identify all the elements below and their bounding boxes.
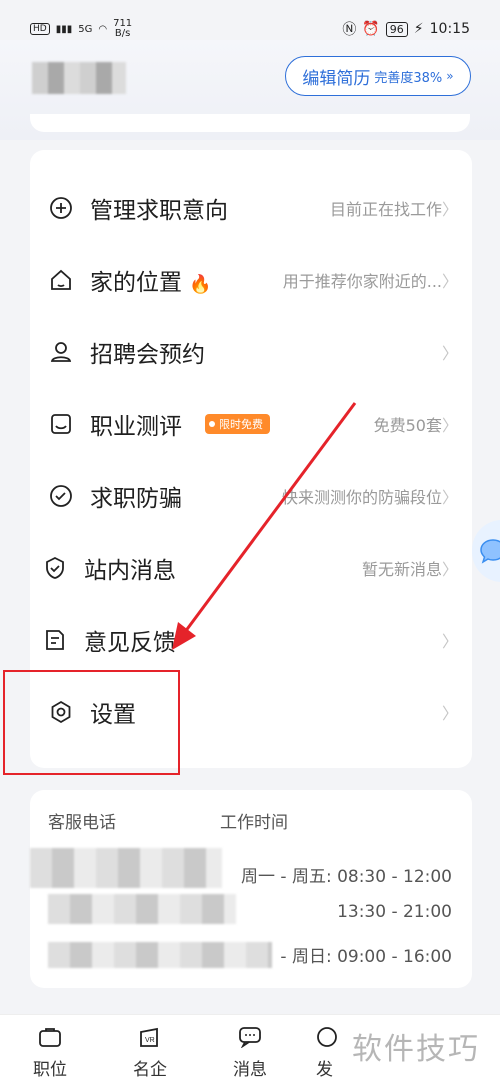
- completeness-label: 完善度38%: [374, 70, 443, 86]
- chevron-right-icon: 〉: [441, 560, 458, 579]
- assessment-icon: [48, 411, 74, 437]
- chevron-right-icon: 〉: [441, 344, 458, 363]
- chevron-right-icon: 〉: [441, 704, 458, 723]
- battery-level: 96: [385, 21, 408, 37]
- menu-item-hint: 免费50套: [373, 416, 442, 435]
- menu-item-label: 站内消息: [84, 558, 176, 584]
- signal-type: 5G: [78, 23, 93, 35]
- menu-item-hint: 暂无新消息: [361, 560, 442, 579]
- user-name-blurred[interactable]: [32, 62, 126, 94]
- chevron-right-icon: »: [446, 69, 454, 83]
- menu-item-job-fair[interactable]: 招聘会预约 〉: [30, 316, 472, 388]
- hours-row: - 周日: 09:00 - 16:00: [280, 947, 452, 967]
- signal-icon: ▮▮▮: [55, 23, 73, 35]
- menu-item-label: 管理求职意向: [90, 198, 228, 224]
- menu-item-hint: 用于推荐你家附近的...: [282, 272, 442, 291]
- chevron-right-icon: 〉: [441, 416, 458, 435]
- nfc-icon: Ⓝ: [342, 22, 357, 38]
- svg-text:VR: VR: [145, 1037, 155, 1044]
- home-icon: [48, 267, 74, 293]
- hours-row: 周一 - 周五: 08:30 - 12:00: [241, 867, 452, 887]
- company-icon: VR: [120, 1023, 180, 1051]
- limited-free-badge: 限时免费: [205, 414, 270, 434]
- discover-icon: [316, 1023, 356, 1051]
- clock: 10:15: [429, 21, 470, 37]
- message-check-icon: [42, 555, 68, 581]
- tab-discover[interactable]: 发: [316, 1023, 356, 1080]
- menu-item-job-intention[interactable]: 管理求职意向 目前正在找工作 〉: [30, 172, 472, 244]
- chevron-right-icon: 〉: [441, 488, 458, 507]
- menu-item-label: 求职防骗: [90, 486, 182, 512]
- chevron-right-icon: 〉: [441, 632, 458, 651]
- charging-icon: ⚡: [413, 21, 424, 37]
- menu-item-label: 职业测评: [90, 414, 182, 440]
- chevron-right-icon: 〉: [441, 200, 458, 219]
- menu-item-anti-fraud[interactable]: 求职防骗 快来测测你的防骗段位 〉: [30, 460, 472, 532]
- tab-jobs[interactable]: 职位: [20, 1023, 80, 1080]
- net-speed: 711 B/s: [113, 18, 133, 39]
- phone-number-blurred: [48, 894, 236, 924]
- chat-bubble-icon: [480, 539, 500, 564]
- menu-item-feedback[interactable]: 意见反馈 〉: [30, 604, 472, 676]
- settings-highlight-box: [3, 670, 180, 775]
- top-card-edge: [30, 114, 470, 132]
- tab-messages[interactable]: 消息: [220, 1023, 280, 1080]
- hd-indicator: HD: [30, 23, 50, 35]
- fire-icon: 🔥: [189, 274, 212, 295]
- edit-resume-button[interactable]: 编辑简历 完善度38% »: [285, 56, 471, 96]
- phone-header: 客服电话: [48, 813, 116, 833]
- plus-circle-icon: [48, 195, 74, 221]
- menu-item-career-assessment[interactable]: 职业测评 限时免费 免费50套 〉: [30, 388, 472, 460]
- person-icon: [48, 339, 74, 365]
- menu-item-label: 意见反馈: [84, 630, 176, 656]
- menu-item-hint: 快来测测你的防骗段位: [281, 488, 442, 507]
- phone-number-blurred: [48, 942, 272, 968]
- watermark-text: 软件技巧: [352, 1032, 480, 1067]
- chevron-right-icon: 〉: [441, 272, 458, 291]
- hours-row: 13:30 - 21:00: [337, 902, 452, 922]
- menu-item-label: 招聘会预约: [90, 342, 205, 368]
- wifi-icon: ◠: [98, 23, 108, 35]
- contact-card: 客服电话 工作时间 周一 - 周五: 08:30 - 12:00 13:30 -…: [30, 790, 472, 988]
- briefcase-icon: [20, 1023, 80, 1051]
- feedback-icon: [42, 627, 68, 653]
- edit-resume-label: 编辑简历: [302, 68, 371, 89]
- status-right: Ⓝ ⏰ 96 ⚡ 10:15: [342, 19, 470, 39]
- chat-icon: [220, 1023, 280, 1051]
- floating-chat-button[interactable]: [472, 520, 500, 582]
- shield-check-icon: [48, 483, 74, 509]
- hours-header: 工作时间: [220, 813, 288, 833]
- tab-companies[interactable]: VR 名企: [120, 1023, 180, 1080]
- alarm-icon: ⏰: [362, 21, 380, 37]
- menu-item-home-location[interactable]: 家的位置 🔥 用于推荐你家附近的... 〉: [30, 244, 472, 316]
- menu-item-label: 家的位置 🔥: [90, 270, 212, 296]
- menu-item-hint: 目前正在找工作: [329, 200, 442, 219]
- menu-item-site-messages[interactable]: 站内消息 暂无新消息 〉: [30, 532, 472, 604]
- phone-number-blurred: [30, 848, 222, 888]
- status-left: HD ▮▮▮ 5G ◠ 711 B/s: [30, 19, 132, 39]
